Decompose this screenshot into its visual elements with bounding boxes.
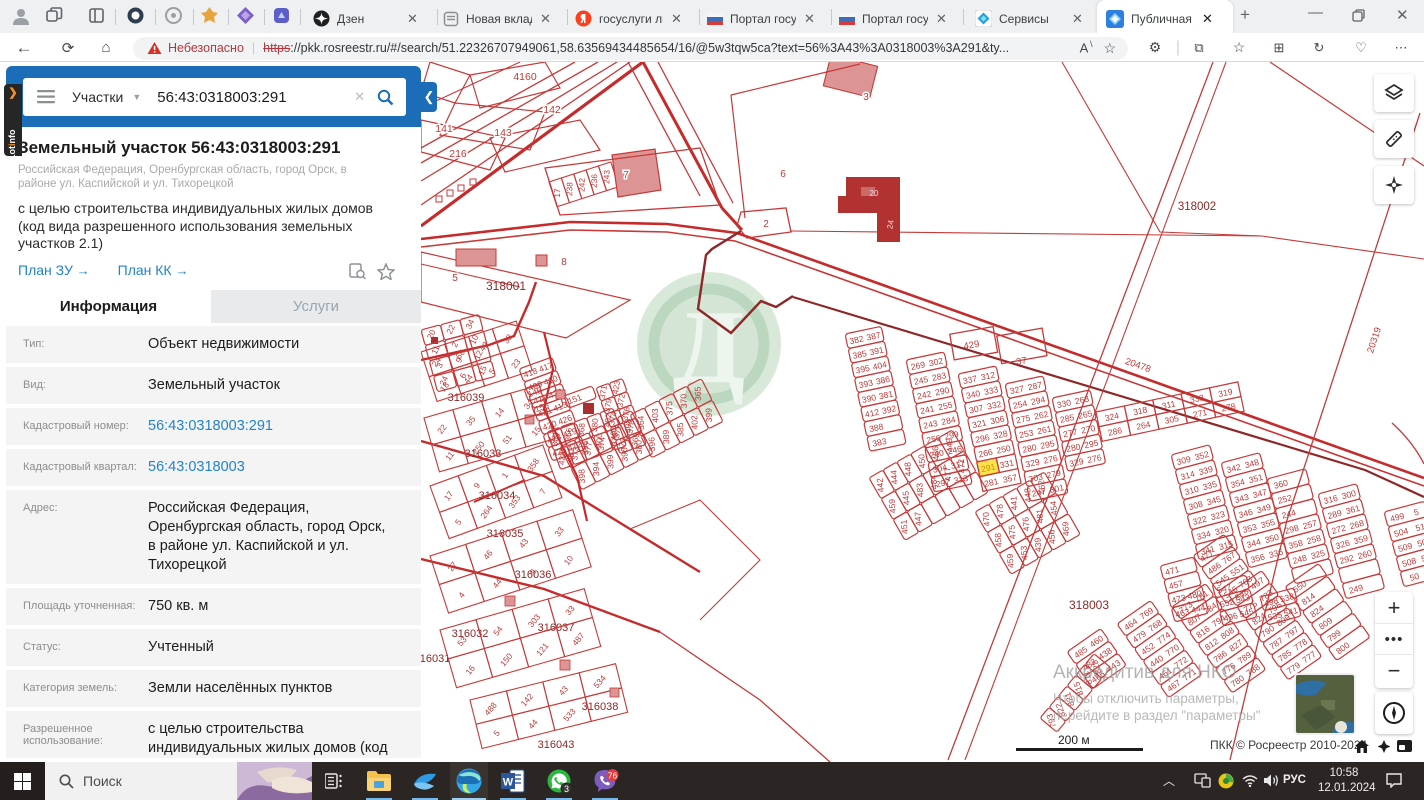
svg-text:453: 453 <box>1018 545 1029 560</box>
svg-text:3: 3 <box>563 784 568 794</box>
svg-text:366: 366 <box>564 427 574 442</box>
svg-text:238: 238 <box>564 182 574 197</box>
svg-text:402: 402 <box>689 415 700 430</box>
svg-text:216: 216 <box>449 148 467 160</box>
svg-text:475: 475 <box>1006 524 1017 539</box>
svg-text:456: 456 <box>1046 529 1057 544</box>
svg-text:8: 8 <box>561 257 567 268</box>
svg-text:7: 7 <box>623 170 629 181</box>
svg-text:448: 448 <box>902 461 913 476</box>
svg-text:449: 449 <box>944 437 955 452</box>
svg-text:318001: 318001 <box>486 279 526 293</box>
svg-text:394: 394 <box>591 461 602 476</box>
svg-text:141: 141 <box>435 123 453 135</box>
svg-text:396: 396 <box>646 437 657 452</box>
svg-text:403: 403 <box>650 408 661 423</box>
svg-text:459: 459 <box>887 498 898 513</box>
svg-text:2: 2 <box>763 219 769 230</box>
svg-text:316043: 316043 <box>538 739 575 751</box>
svg-text:486: 486 <box>930 445 941 460</box>
svg-text:6: 6 <box>780 169 786 180</box>
svg-text:318003: 318003 <box>1069 598 1109 612</box>
svg-text:462: 462 <box>1036 479 1047 494</box>
svg-text:451: 451 <box>899 519 910 534</box>
svg-text:5: 5 <box>452 273 458 284</box>
svg-text:484: 484 <box>928 474 939 489</box>
svg-text:450: 450 <box>916 453 927 468</box>
svg-text:4160: 4160 <box>513 71 537 83</box>
svg-text:374: 374 <box>597 436 607 451</box>
svg-text:470: 470 <box>981 511 992 526</box>
svg-text:3: 3 <box>863 92 869 103</box>
svg-text:469: 469 <box>1060 521 1071 536</box>
svg-text:444: 444 <box>888 469 899 484</box>
svg-text:W: W <box>503 777 514 789</box>
svg-text:318002: 318002 <box>1178 201 1216 213</box>
svg-text:445: 445 <box>900 490 911 505</box>
svg-text:20: 20 <box>870 189 879 198</box>
svg-text:370: 370 <box>678 394 689 409</box>
svg-text:447: 447 <box>912 511 923 526</box>
svg-text:399: 399 <box>605 454 616 469</box>
svg-text:442: 442 <box>875 477 886 492</box>
svg-text:242: 242 <box>576 178 586 193</box>
svg-text:143: 143 <box>494 127 512 139</box>
svg-text:316035: 316035 <box>487 528 524 540</box>
svg-text:380: 380 <box>590 417 600 432</box>
svg-text:389: 389 <box>661 429 672 444</box>
svg-text:236: 236 <box>589 174 599 189</box>
svg-text:385: 385 <box>675 422 686 437</box>
svg-text:368: 368 <box>577 422 587 437</box>
svg-text:142: 142 <box>543 104 561 116</box>
svg-text:481: 481 <box>1034 508 1045 523</box>
svg-text:365: 365 <box>693 386 704 401</box>
svg-text:51: 51 <box>1414 521 1424 533</box>
svg-text:454: 454 <box>1048 500 1059 515</box>
svg-text:439: 439 <box>1032 537 1043 552</box>
svg-text:377: 377 <box>584 441 594 456</box>
svg-text:478: 478 <box>994 503 1005 518</box>
svg-text:441: 441 <box>1008 495 1019 510</box>
svg-text:76: 76 <box>607 770 617 780</box>
svg-text:476: 476 <box>1020 516 1031 531</box>
svg-text:399: 399 <box>704 408 715 423</box>
svg-text:373: 373 <box>570 446 580 461</box>
svg-text:448: 448 <box>1022 487 1033 502</box>
svg-text:483: 483 <box>914 482 925 497</box>
svg-text:243: 243 <box>601 170 611 185</box>
svg-text:477: 477 <box>942 466 953 481</box>
svg-text:37: 37 <box>1015 355 1027 368</box>
svg-text:375: 375 <box>664 401 675 416</box>
svg-text:459: 459 <box>1005 553 1016 568</box>
svg-text:458: 458 <box>993 532 1004 547</box>
svg-text:428: 428 <box>557 451 567 466</box>
svg-text:472: 472 <box>956 458 967 473</box>
